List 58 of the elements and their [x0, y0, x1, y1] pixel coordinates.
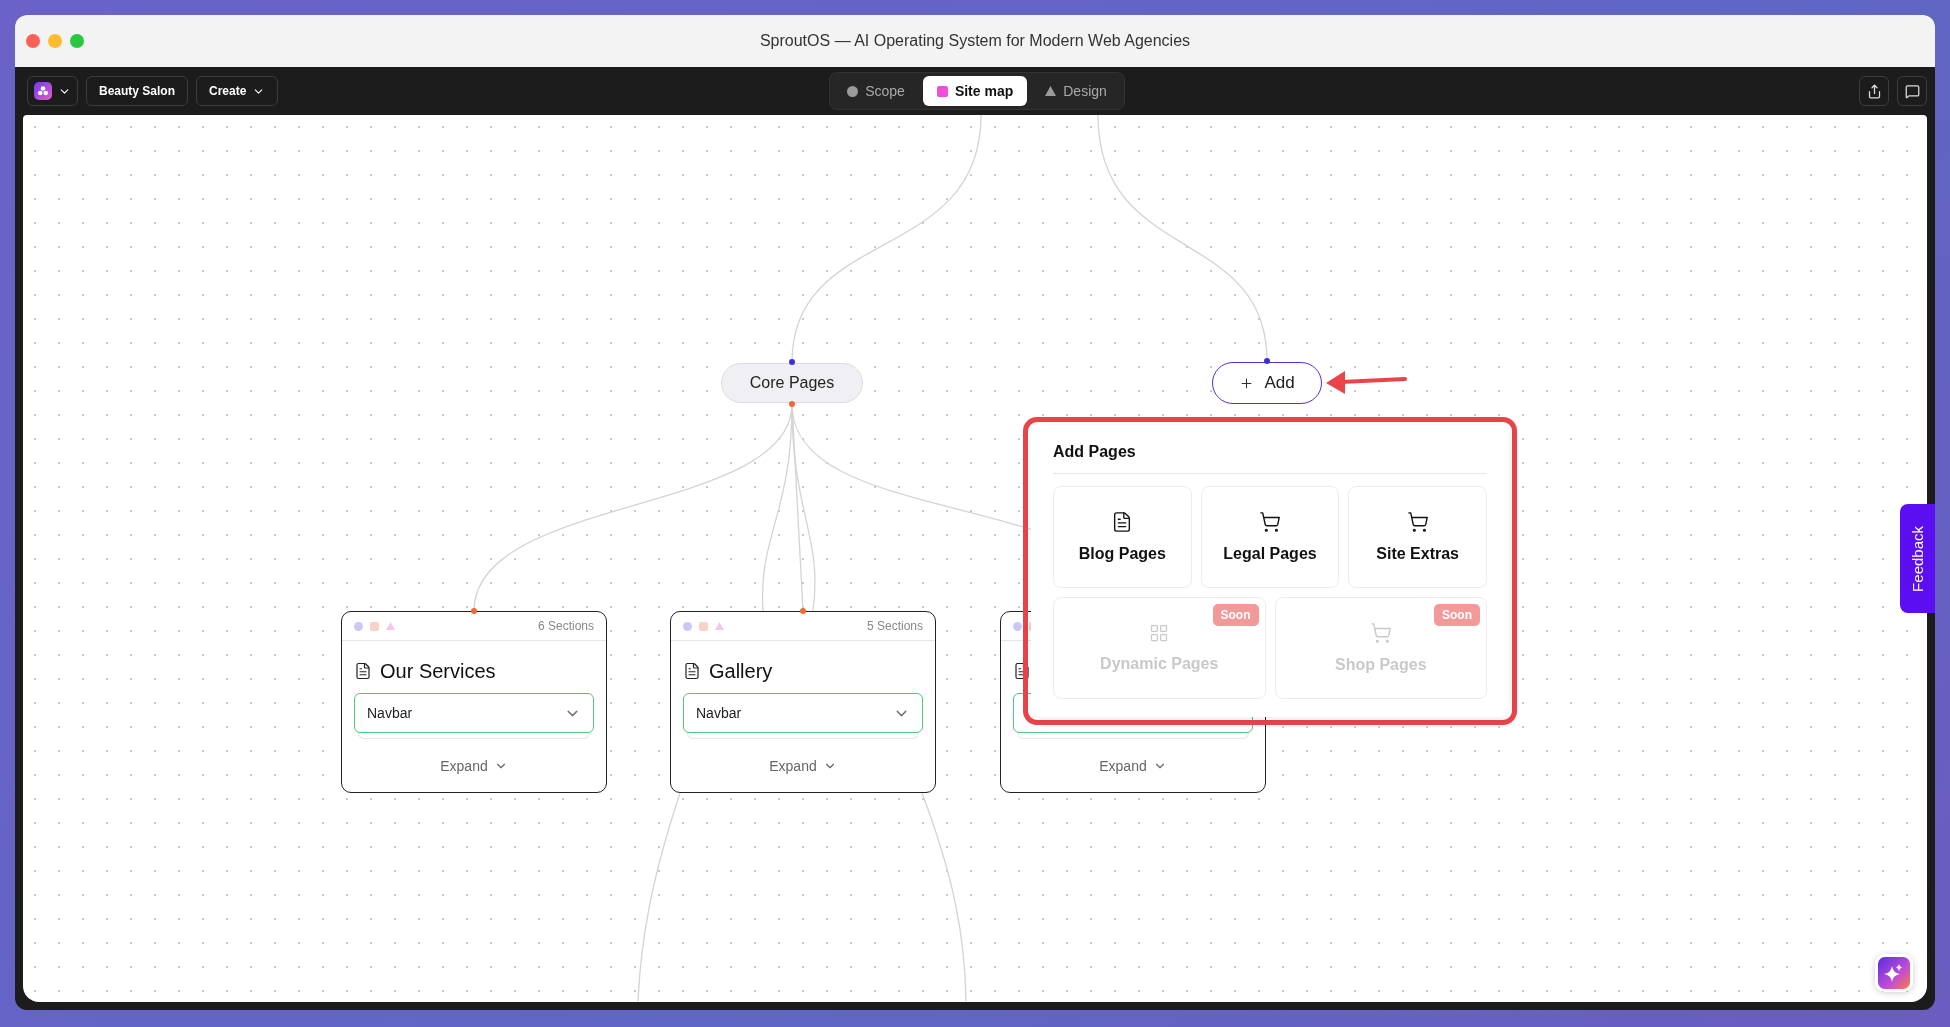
circle-icon	[683, 621, 692, 631]
group-node[interactable]: Core Pages	[721, 363, 863, 403]
soon-badge: Soon	[1212, 604, 1259, 626]
logo-icon	[34, 82, 52, 100]
share-button[interactable]	[1859, 76, 1889, 106]
create-menu-button[interactable]: Create	[196, 76, 279, 106]
connection-handle[interactable]	[800, 608, 806, 614]
section-select[interactable]: Navbar	[354, 693, 594, 733]
circle-icon	[1013, 621, 1022, 631]
soon-badge: Soon	[1434, 604, 1480, 626]
section-count: 5 Sections	[866, 619, 923, 633]
project-button[interactable]: Beauty Salon	[86, 76, 189, 106]
cart-icon	[1369, 622, 1392, 644]
circle-icon	[847, 85, 859, 97]
connection-handle[interactable]	[1264, 358, 1270, 364]
logo-menu-button[interactable]	[27, 76, 78, 106]
page-title: Our Services	[380, 659, 496, 683]
add-button[interactable]: Add	[1212, 362, 1322, 404]
plus-icon	[1239, 375, 1255, 391]
comment-icon	[1904, 83, 1920, 99]
assistant-button[interactable]	[1875, 954, 1913, 992]
close-button[interactable]	[26, 34, 40, 48]
grid-icon	[1149, 623, 1170, 643]
connection-handle[interactable]	[471, 608, 477, 614]
view-tab[interactable]: Scope	[833, 76, 919, 106]
window-title: SproutOS — AI Operating System for Modern Web Agencies	[759, 32, 1191, 50]
document-icon	[683, 662, 701, 680]
feedback-tab[interactable]: Feedback	[1900, 504, 1935, 613]
view-tab[interactable]: Site map	[922, 76, 1028, 106]
share-icon	[1866, 83, 1882, 99]
page-card[interactable]: 6 Sections Our Services Navbar Expand	[341, 611, 607, 793]
triangle-icon	[715, 622, 724, 630]
square-icon	[936, 85, 948, 97]
page-type-option[interactable]: Legal Pages	[1200, 486, 1340, 588]
page-type-option[interactable]: Site Extras	[1348, 486, 1487, 588]
expand-button[interactable]: Expand	[1093, 757, 1173, 775]
square-icon	[699, 621, 708, 631]
page-title: Gallery	[709, 659, 773, 683]
document-icon	[354, 662, 372, 680]
square-icon	[370, 621, 379, 631]
page-card[interactable]: 5 Sections Gallery Navbar Expand	[670, 611, 936, 793]
triangle-icon	[1045, 86, 1057, 96]
section-select[interactable]: Navbar	[683, 693, 923, 733]
page-type-option[interactable]: Blog Pages	[1053, 486, 1192, 588]
triangle-icon	[386, 622, 395, 630]
expand-button[interactable]: Expand	[763, 757, 843, 775]
expand-button[interactable]: Expand	[434, 757, 514, 775]
panel-title: Add Pages	[1053, 443, 1487, 474]
document-icon	[1013, 662, 1031, 680]
cart-icon	[1259, 511, 1281, 533]
sparkle-icon	[1884, 963, 1904, 983]
circle-icon	[354, 621, 363, 631]
connection-handle[interactable]	[789, 401, 795, 407]
view-tab[interactable]: Design	[1031, 76, 1121, 106]
section-count: 6 Sections	[537, 619, 594, 633]
cart-icon	[1406, 511, 1429, 533]
comments-button[interactable]	[1897, 76, 1927, 106]
connection-handle[interactable]	[789, 359, 795, 365]
